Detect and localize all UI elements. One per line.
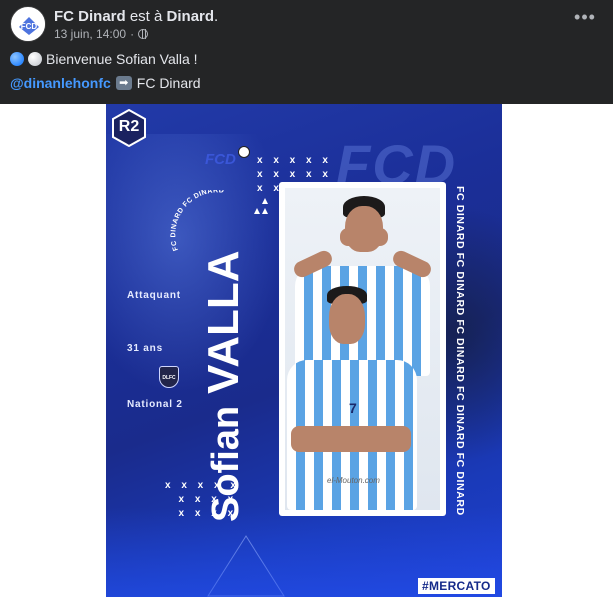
- location-link[interactable]: Dinard: [167, 8, 215, 25]
- football-icon: [238, 146, 250, 158]
- page-name-link[interactable]: FC Dinard: [54, 8, 126, 25]
- player-last-name: VALLA: [199, 250, 248, 394]
- mention-target-text: FC Dinard: [136, 75, 201, 91]
- jersey-number: 7: [349, 400, 357, 416]
- post-author-line: FC Dinard est à Dinard.: [54, 8, 218, 25]
- checkin-action-text: est à: [125, 8, 167, 25]
- player-age: 31 ans: [127, 343, 163, 354]
- player-photo: 7 el-Mouton.com: [285, 188, 440, 510]
- mention-link[interactable]: @dinanlehonfc: [10, 75, 111, 91]
- player-name-vertical: Sofian VALLA: [199, 250, 249, 522]
- photo-watermark: el-Mouton.com: [327, 476, 380, 485]
- vertical-club-text: FC DINARD FC DINARD FC DINARD FC DINARD …: [448, 186, 468, 516]
- player-first-name: Sofian: [205, 405, 247, 522]
- league-badge: R2: [112, 108, 146, 148]
- globe-icon: [138, 29, 149, 39]
- player-photo-card: 7 el-Mouton.com: [279, 182, 446, 516]
- post-header: FCD FC Dinard est à Dinard. 13 juin, 14:…: [0, 0, 613, 104]
- more-options-button[interactable]: •••: [571, 7, 599, 30]
- circle-text-path: FC DINARD FC DINARD: [170, 190, 224, 252]
- previous-level: National 2: [127, 399, 183, 410]
- page-avatar[interactable]: FCD: [10, 6, 46, 42]
- post-message-text: Bienvenue Sofian Valla !: [46, 51, 198, 67]
- player-position: Attaquant: [127, 290, 181, 301]
- post-image[interactable]: R2 FCD FCD x x x x x x x x x x x x FC DI…: [106, 104, 502, 597]
- location-suffix: .: [214, 8, 219, 25]
- vertical-club-label: FC DINARD FC DINARD FC DINARD FC DINARD …: [454, 186, 466, 516]
- post-message: Bienvenue Sofian Valla !: [10, 51, 198, 67]
- svg-text:FC DINARD FC DINARD: FC DINARD FC DINARD: [170, 190, 224, 252]
- svg-text:FCD: FCD: [21, 22, 38, 31]
- mercato-hashtag: #MERCATO: [418, 578, 495, 594]
- white-circle-icon: [28, 52, 42, 66]
- right-arrow-icon: ➡: [115, 76, 132, 90]
- club-logo-icon: FCD: [12, 8, 45, 41]
- club-logo-small: FCD: [205, 151, 236, 168]
- league-badge-label: R2: [118, 118, 140, 135]
- player-figure-front: 7: [285, 188, 440, 510]
- previous-club-badge: DLFC: [159, 366, 179, 388]
- meta-separator: ·: [130, 27, 135, 41]
- post-meta: 13 juin, 14:00 ·: [54, 27, 149, 41]
- more-options-icon: •••: [574, 7, 596, 27]
- blue-circle-icon: [10, 52, 24, 66]
- post-timestamp[interactable]: 13 juin, 14:00: [54, 27, 126, 41]
- post-mention-line: @dinanlehonfc ➡ FC Dinard: [10, 75, 201, 91]
